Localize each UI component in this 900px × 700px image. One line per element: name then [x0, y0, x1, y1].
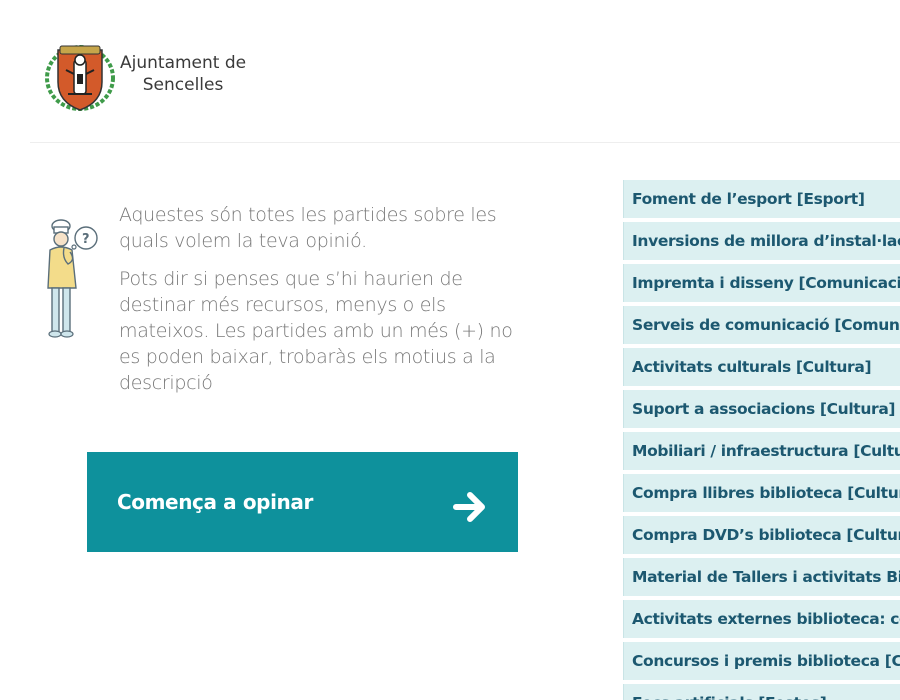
list-item-concursos[interactable]: Concursos i premis biblioteca [Cultura [623, 642, 900, 680]
logo-line-2: Sencelles [142, 75, 224, 95]
chef-thinking-icon: ? [47, 219, 98, 338]
svg-text:?: ? [82, 232, 90, 247]
list-item-llibres[interactable]: Compra llibres biblioteca [Cultura] [623, 474, 900, 512]
list-item-esport[interactable]: Foment de l’esport [Esport] [623, 180, 900, 218]
budget-items-list: Foment de l’esport [Esport] Inversions d… [623, 180, 900, 700]
intro-text: Aquestes són totes les partides sobre le… [119, 202, 519, 408]
intro-paragraph-1: Aquestes són totes les partides sobre le… [119, 204, 497, 252]
intro-paragraph-2: Pots dir si penses que s’hi haurien de d… [119, 268, 513, 394]
list-item-focs[interactable]: Focs artificials [Festes] [623, 684, 900, 700]
list-item-dvds[interactable]: Compra DVD’s biblioteca [Cultura] [623, 516, 900, 554]
municipal-crest-icon[interactable] [44, 40, 116, 112]
list-item-activitats-externes[interactable]: Activitats externes biblioteca: contac [623, 600, 900, 638]
logo-line-1: Ajuntament de [120, 53, 247, 73]
start-opinion-label: Comença a opinar [117, 490, 313, 514]
logo-text: Ajuntament de Sencelles [120, 52, 246, 96]
list-item-inversions[interactable]: Inversions de millora d’instal·lacions p [623, 222, 900, 260]
list-item-impremta[interactable]: Impremta i disseny [Comunicació] [623, 264, 900, 302]
start-opinion-button[interactable]: Comença a opinar [87, 452, 518, 552]
page: Ajuntament de Sencelles ? Aquestes són t… [0, 0, 900, 700]
list-item-mobiliari[interactable]: Mobiliari / infraestructura [Cultura] [623, 432, 900, 470]
list-item-comunicacio[interactable]: Serveis de comunicació [Comunicació [623, 306, 900, 344]
header: Ajuntament de Sencelles [0, 0, 900, 143]
header-divider [30, 142, 900, 143]
list-item-activitats-culturals[interactable]: Activitats culturals [Cultura] [623, 348, 900, 386]
arrow-right-icon [453, 492, 485, 522]
list-item-tallers[interactable]: Material de Tallers i activitats Bibliot… [623, 558, 900, 596]
list-item-associacions[interactable]: Suport a associacions [Cultura] [623, 390, 900, 428]
